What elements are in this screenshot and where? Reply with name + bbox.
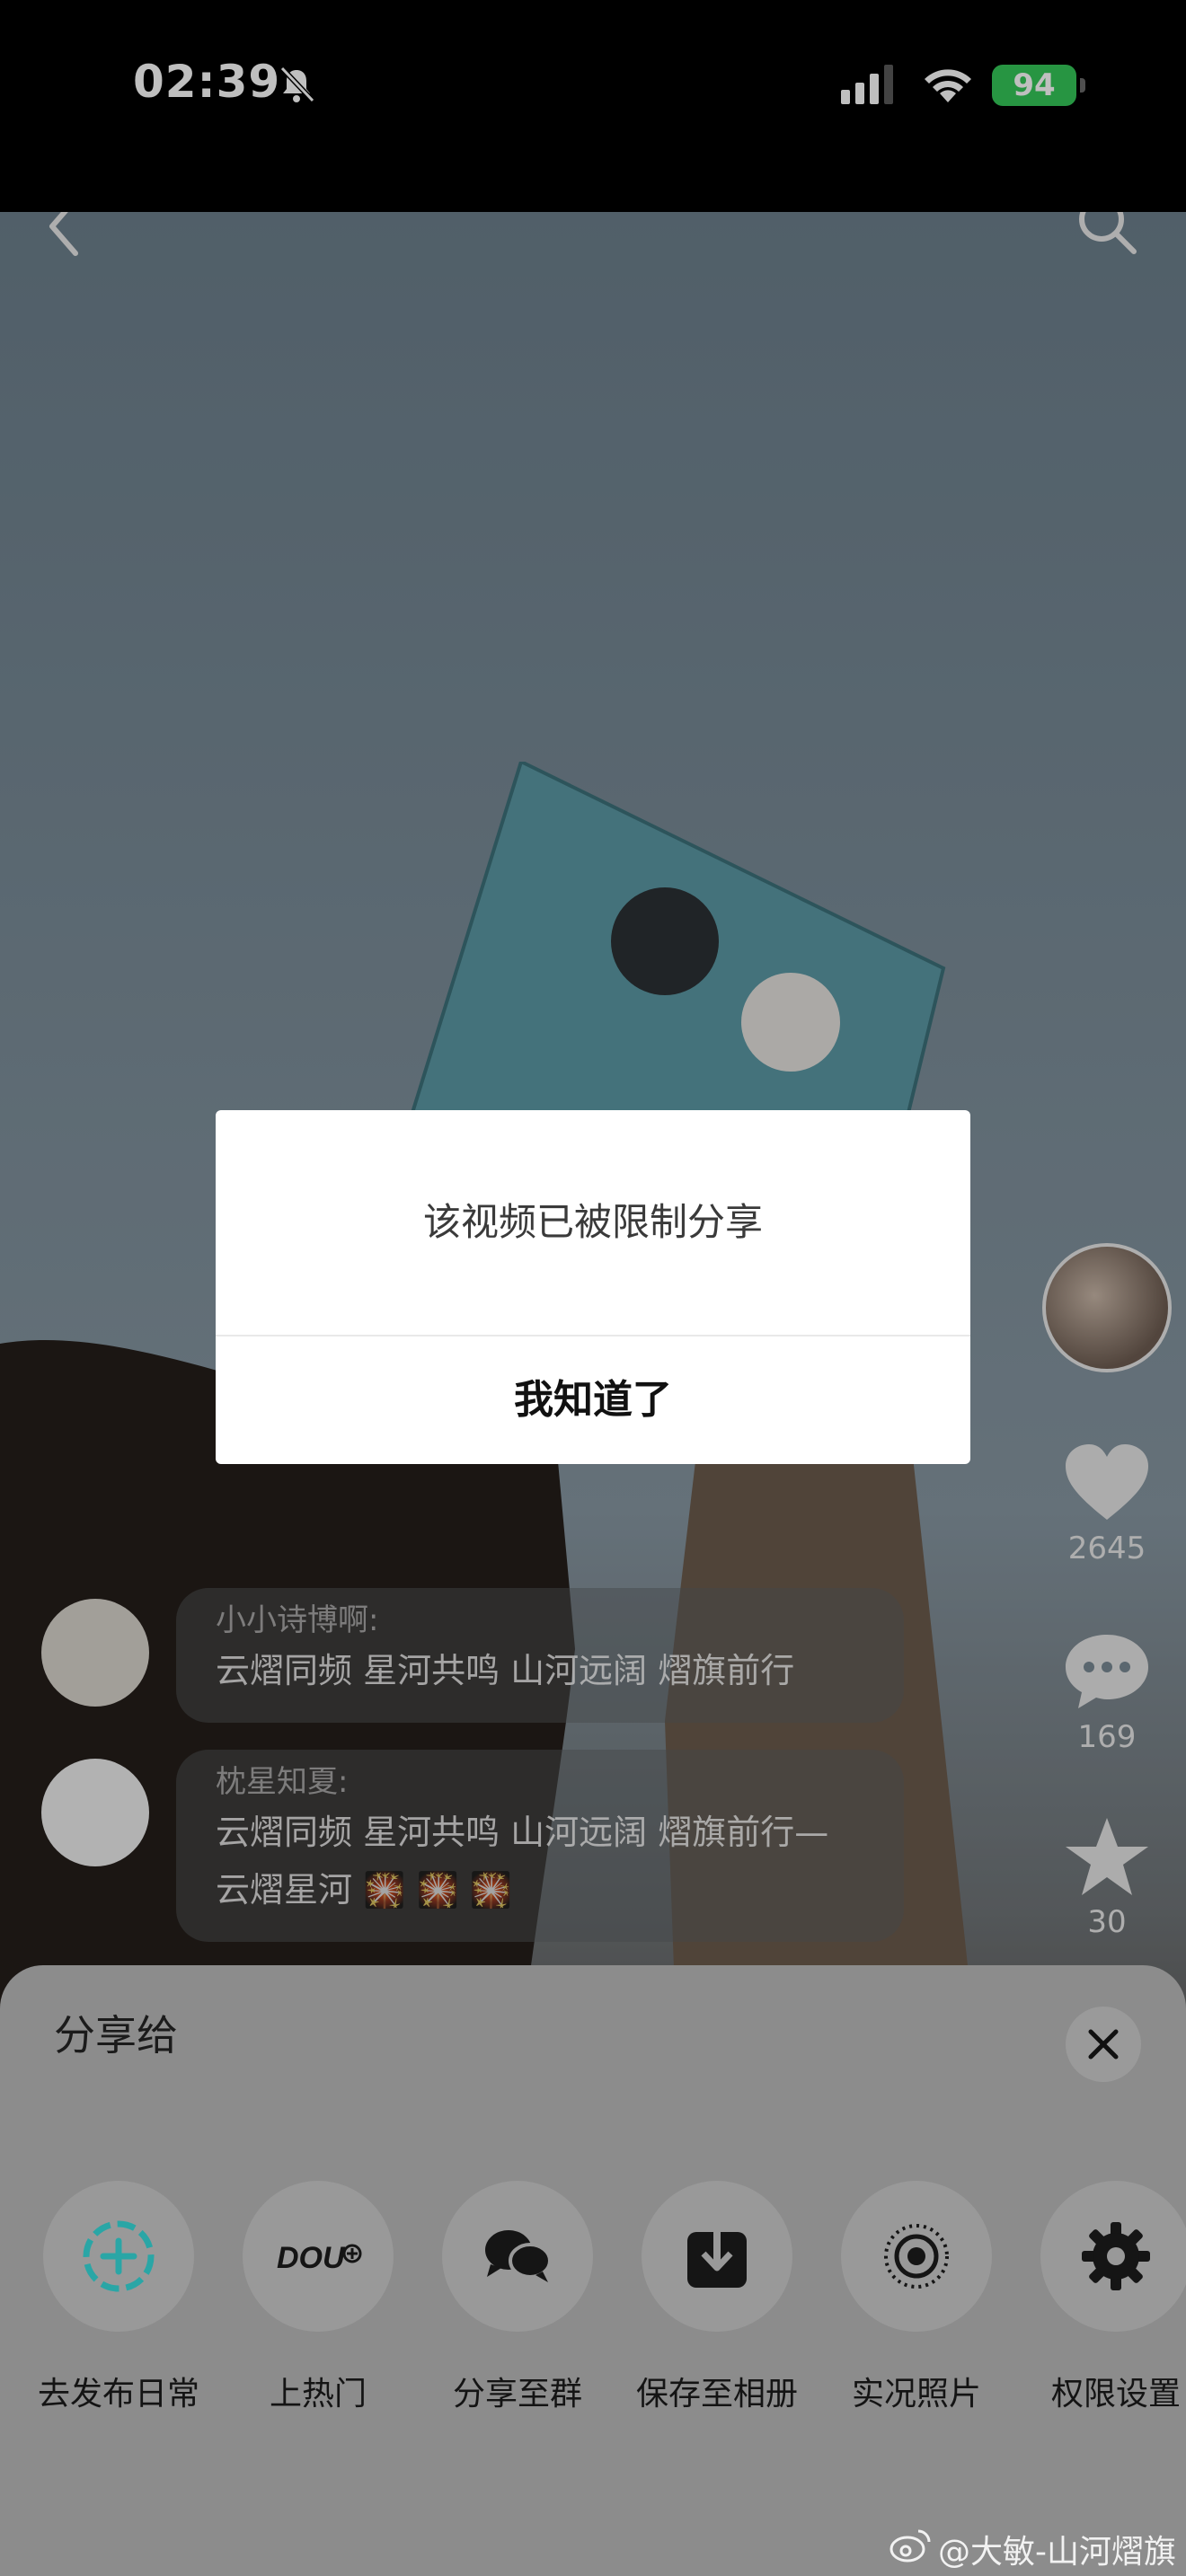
share-item-permissions[interactable]: 权限设置	[1017, 2181, 1186, 2414]
share-item-label: 实况照片	[851, 2376, 981, 2413]
share-sheet: 分享给 去发布日常 DOU 上热门 分享至群 保存至相册 实况照片 权限设置	[0, 1965, 1186, 2576]
share-item-label: 分享至群	[452, 2376, 582, 2413]
share-item-label: 去发布日常	[37, 2376, 199, 2413]
share-item-label: 权限设置	[1050, 2376, 1181, 2413]
gear-icon	[1082, 2222, 1150, 2290]
share-item-label: 保存至相册	[635, 2376, 798, 2413]
weibo-icon	[890, 2529, 931, 2563]
share-item-circle: DOU	[243, 2181, 394, 2332]
share-item-hot[interactable]: DOU 上热门	[219, 2181, 417, 2414]
watermark-text: @大敏-山河熠旗	[938, 2534, 1176, 2571]
share-sheet-title: 分享给	[54, 2011, 178, 2060]
share-item-label: 上热门	[269, 2376, 367, 2413]
share-item-live-photo[interactable]: 实况照片	[818, 2181, 1015, 2414]
dou-plus-icon: DOU	[277, 2241, 362, 2275]
share-restricted-dialog: 该视频已被限制分享 我知道了	[216, 1110, 970, 1464]
close-button[interactable]	[1066, 2007, 1141, 2082]
dialog-confirm-button[interactable]: 我知道了	[216, 1337, 970, 1464]
share-item-circle	[43, 2181, 194, 2332]
live-photo-icon	[884, 2224, 949, 2289]
share-item-circle	[1040, 2181, 1186, 2332]
share-item-publish-daily[interactable]: 去发布日常	[20, 2181, 217, 2414]
close-icon	[1088, 2029, 1119, 2060]
share-item-group[interactable]: 分享至群	[419, 2181, 616, 2414]
chat-group-icon	[485, 2230, 552, 2282]
share-item-save-album[interactable]: 保存至相册	[618, 2181, 816, 2414]
publish-daily-icon	[83, 2220, 155, 2292]
dialog-message: 该视频已被限制分享	[422, 1200, 763, 1244]
share-item-circle	[442, 2181, 593, 2332]
svg-text:DOU: DOU	[277, 2241, 346, 2275]
share-item-circle	[642, 2181, 792, 2332]
download-icon	[687, 2223, 747, 2288]
share-item-circle	[841, 2181, 992, 2332]
